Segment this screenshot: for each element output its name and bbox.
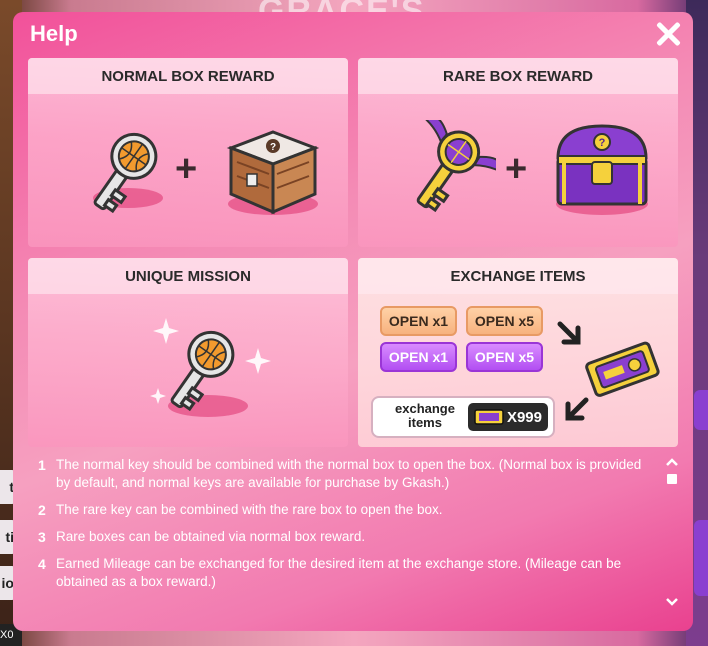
panel-title: RARE BOX REWARD xyxy=(358,58,678,94)
note-item: 4 Earned Mileage can be exchanged for th… xyxy=(38,555,658,591)
note-text: Earned Mileage can be exchanged for the … xyxy=(56,556,622,589)
arrow-down-left-icon xyxy=(565,397,589,421)
dialog-title: Help xyxy=(30,21,78,46)
open-rare-x1-button[interactable]: OPEN x1 xyxy=(380,342,457,372)
exchange-items-panel: EXCHANGE ITEMS OPEN x1 OPEN x5 OPEN x1 O… xyxy=(358,258,678,447)
open-normal-x5-button[interactable]: OPEN x5 xyxy=(466,306,543,336)
normal-box-reward-panel: NORMAL BOX REWARD + ? xyxy=(28,58,348,247)
exchange-items-label: exchange items xyxy=(395,401,455,430)
note-text: Rare boxes can be obtained via normal bo… xyxy=(56,529,366,544)
note-item: 1 The normal key should be combined with… xyxy=(38,456,658,492)
note-text: The rare key can be combined with the ra… xyxy=(56,502,443,517)
unique-key-icon xyxy=(170,330,235,412)
open-normal-x1-button[interactable]: OPEN x1 xyxy=(380,306,457,336)
scroll-up-icon[interactable] xyxy=(665,456,679,468)
note-number: 2 xyxy=(38,502,46,518)
unique-mission-panel: UNIQUE MISSION xyxy=(28,258,348,447)
help-notes-list: 1 The normal key should be combined with… xyxy=(38,456,658,600)
open-rare-x5-button[interactable]: OPEN x5 xyxy=(466,342,543,372)
svg-text:?: ? xyxy=(599,137,606,149)
mileage-ticket-small-icon xyxy=(474,409,504,425)
note-text: The normal key should be combined with t… xyxy=(56,457,642,490)
note-number: 3 xyxy=(38,529,46,545)
note-item: 2 The rare key can be combined with the … xyxy=(38,501,658,519)
panel-title: EXCHANGE ITEMS xyxy=(358,258,678,294)
scroll-down-icon[interactable] xyxy=(665,596,679,608)
normal-key-icon xyxy=(93,132,158,214)
panel-title: NORMAL BOX REWARD xyxy=(28,58,348,94)
rare-box-reward-panel: RARE BOX REWARD + ? xyxy=(358,58,678,247)
rare-key-icon xyxy=(416,120,496,213)
help-dialog: Help NORMAL BOX REWARD + ? RARE BOX REWA… xyxy=(13,12,693,631)
background-right-tab-1[interactable] xyxy=(694,390,708,430)
rare-chest-icon: ? xyxy=(556,124,648,206)
svg-text:?: ? xyxy=(270,142,276,153)
scrollbar-thumb[interactable] xyxy=(667,474,677,484)
background-right-tab-2[interactable] xyxy=(694,520,708,596)
exchange-count-value: X999 xyxy=(506,408,542,426)
note-number: 1 xyxy=(38,457,46,473)
mileage-ticket-icon xyxy=(585,341,660,397)
plus-sign: + xyxy=(505,148,528,190)
normal-box-icon: ? xyxy=(226,130,320,215)
close-button[interactable] xyxy=(653,19,683,49)
panel-title: UNIQUE MISSION xyxy=(28,258,348,294)
note-number: 4 xyxy=(38,556,46,572)
exchange-items-count: X999 xyxy=(468,403,548,431)
plus-sign: + xyxy=(175,148,198,190)
exchange-items-bar[interactable]: exchange items X999 xyxy=(371,396,555,438)
note-item: 3 Rare boxes can be obtained via normal … xyxy=(38,528,658,546)
